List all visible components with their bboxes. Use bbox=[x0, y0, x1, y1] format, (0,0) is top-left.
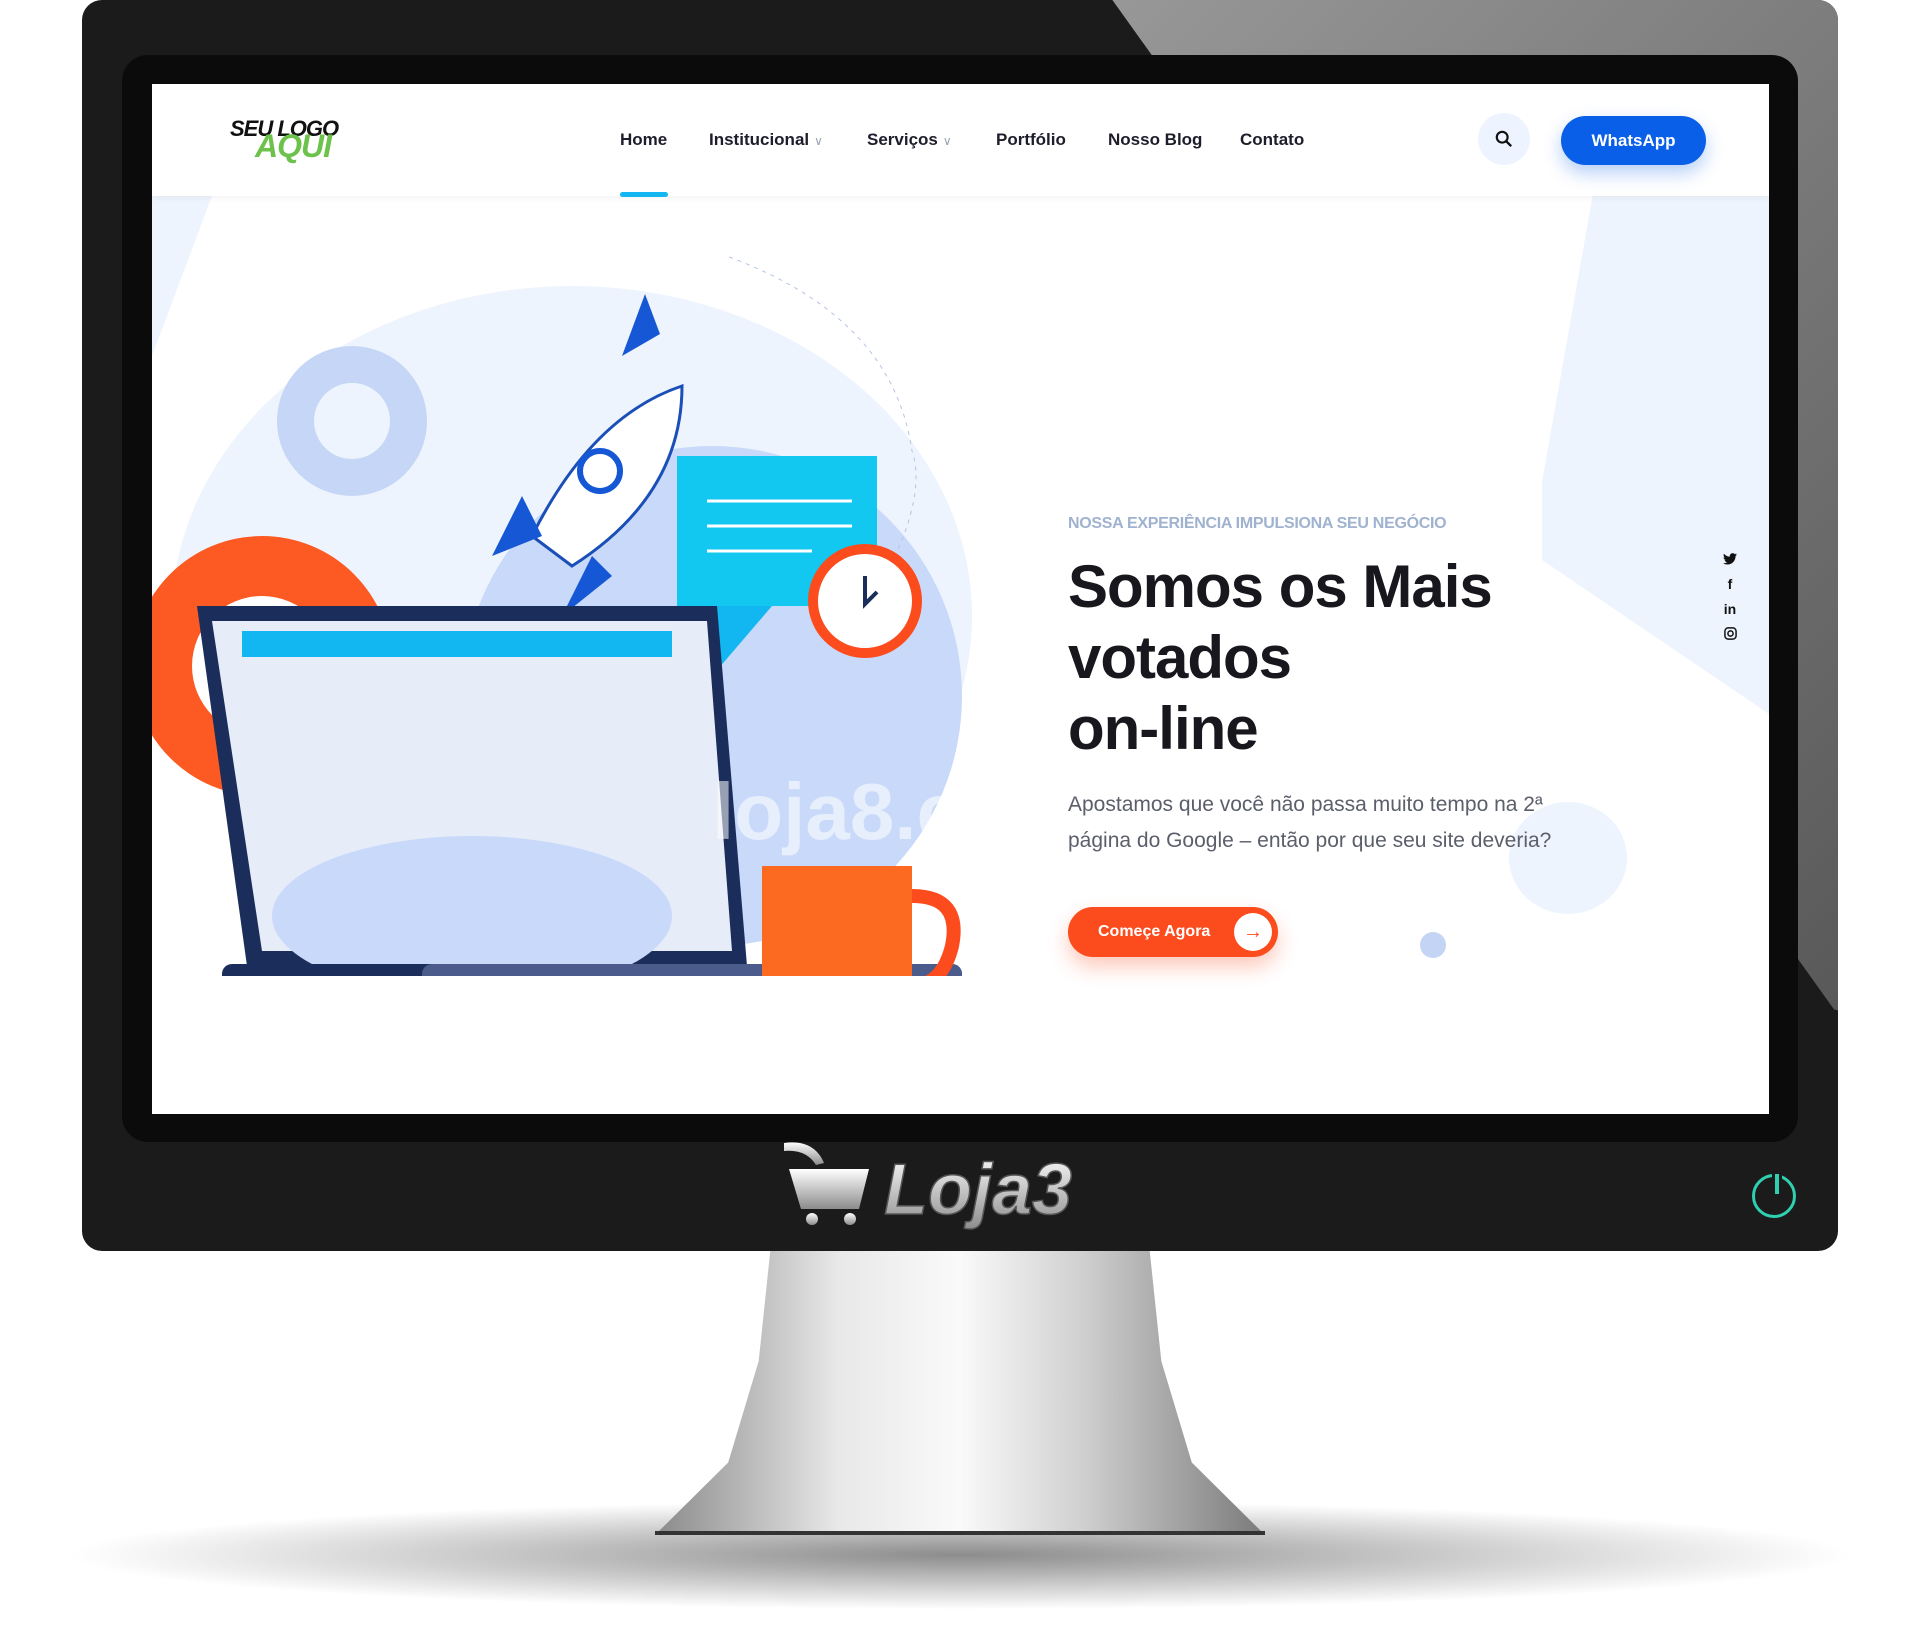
start-now-label: Começe Agora bbox=[1098, 923, 1211, 940]
instagram-icon[interactable] bbox=[1720, 627, 1740, 643]
search-icon bbox=[1495, 130, 1513, 148]
facebook-icon[interactable]: f bbox=[1720, 576, 1740, 592]
nav-blog[interactable]: Nosso Blog bbox=[1108, 130, 1202, 150]
whatsapp-button[interactable]: WhatsApp bbox=[1561, 116, 1706, 165]
hero-title-line: Somos os Mais bbox=[1068, 553, 1493, 620]
start-now-button[interactable]: Começe Agora → bbox=[1068, 907, 1278, 957]
hero-paragraph: Apostamos que você não passa muito tempo… bbox=[1068, 787, 1628, 859]
twitter-icon[interactable] bbox=[1720, 552, 1740, 568]
hero-section: loja8.com.br NOSSA EXPERIÊNCIA IMPULSION… bbox=[152, 196, 1769, 1114]
clock-icon bbox=[808, 544, 922, 658]
gear-light-icon bbox=[277, 346, 427, 496]
search-button[interactable] bbox=[1478, 113, 1530, 165]
nav-servicos[interactable]: Serviços ∨ bbox=[867, 130, 952, 150]
site-logo-accent[interactable]: AQUI bbox=[255, 128, 332, 165]
chevron-down-icon: ∨ bbox=[814, 134, 823, 148]
chevron-down-icon: ∨ bbox=[942, 134, 952, 148]
monitor-stand bbox=[655, 1245, 1265, 1535]
hero-illustration bbox=[152, 256, 972, 976]
nav-label: Serviços bbox=[867, 130, 938, 149]
nav-home[interactable]: Home bbox=[620, 130, 667, 150]
nav-label: Contato bbox=[1240, 130, 1305, 149]
hero-paragraph-line: Apostamos que você não passa muito tempo… bbox=[1068, 793, 1543, 816]
linkedin-icon[interactable]: in bbox=[1720, 601, 1740, 617]
nav-label: Home bbox=[620, 130, 668, 149]
hero-eyebrow: NOSSA EXPERIÊNCIA IMPULSIONA SEU NEGÓCIO bbox=[1068, 515, 1447, 532]
website-screen: loja8.com.br NOSSA EXPERIÊNCIA IMPULSION… bbox=[152, 84, 1769, 1114]
nav-contato[interactable]: Contato bbox=[1240, 130, 1304, 150]
nav-label: Portfólio bbox=[996, 130, 1066, 149]
hero-title-line: votados bbox=[1068, 624, 1292, 691]
loja3-brand-logo: Loja3 bbox=[784, 1142, 1073, 1231]
nav-active-indicator bbox=[620, 192, 668, 197]
arrow-right-icon: → bbox=[1234, 913, 1272, 951]
nav-institucional[interactable]: Institucional ∨ bbox=[709, 130, 823, 150]
monitor-stand-base bbox=[655, 1531, 1265, 1535]
hero-title: Somos os Mais votados on-line bbox=[1068, 551, 1493, 764]
nav-portfolio[interactable]: Portfólio bbox=[996, 130, 1066, 150]
nav-label: Institucional bbox=[709, 130, 810, 149]
coffee-mug-icon bbox=[762, 866, 961, 976]
nav-label: Nosso Blog bbox=[1108, 130, 1203, 149]
site-header: SEU LOGO AQUI Home Institucional ∨ Serviç… bbox=[152, 84, 1769, 197]
cart-icon bbox=[784, 1142, 869, 1225]
power-icon[interactable] bbox=[1752, 1171, 1796, 1218]
brand-text: Loja3 bbox=[884, 1150, 1072, 1230]
bg-dot bbox=[1420, 932, 1446, 958]
hero-paragraph-line: página do Google – então por que seu sit… bbox=[1068, 829, 1552, 852]
hero-title-line: on-line bbox=[1068, 695, 1259, 762]
